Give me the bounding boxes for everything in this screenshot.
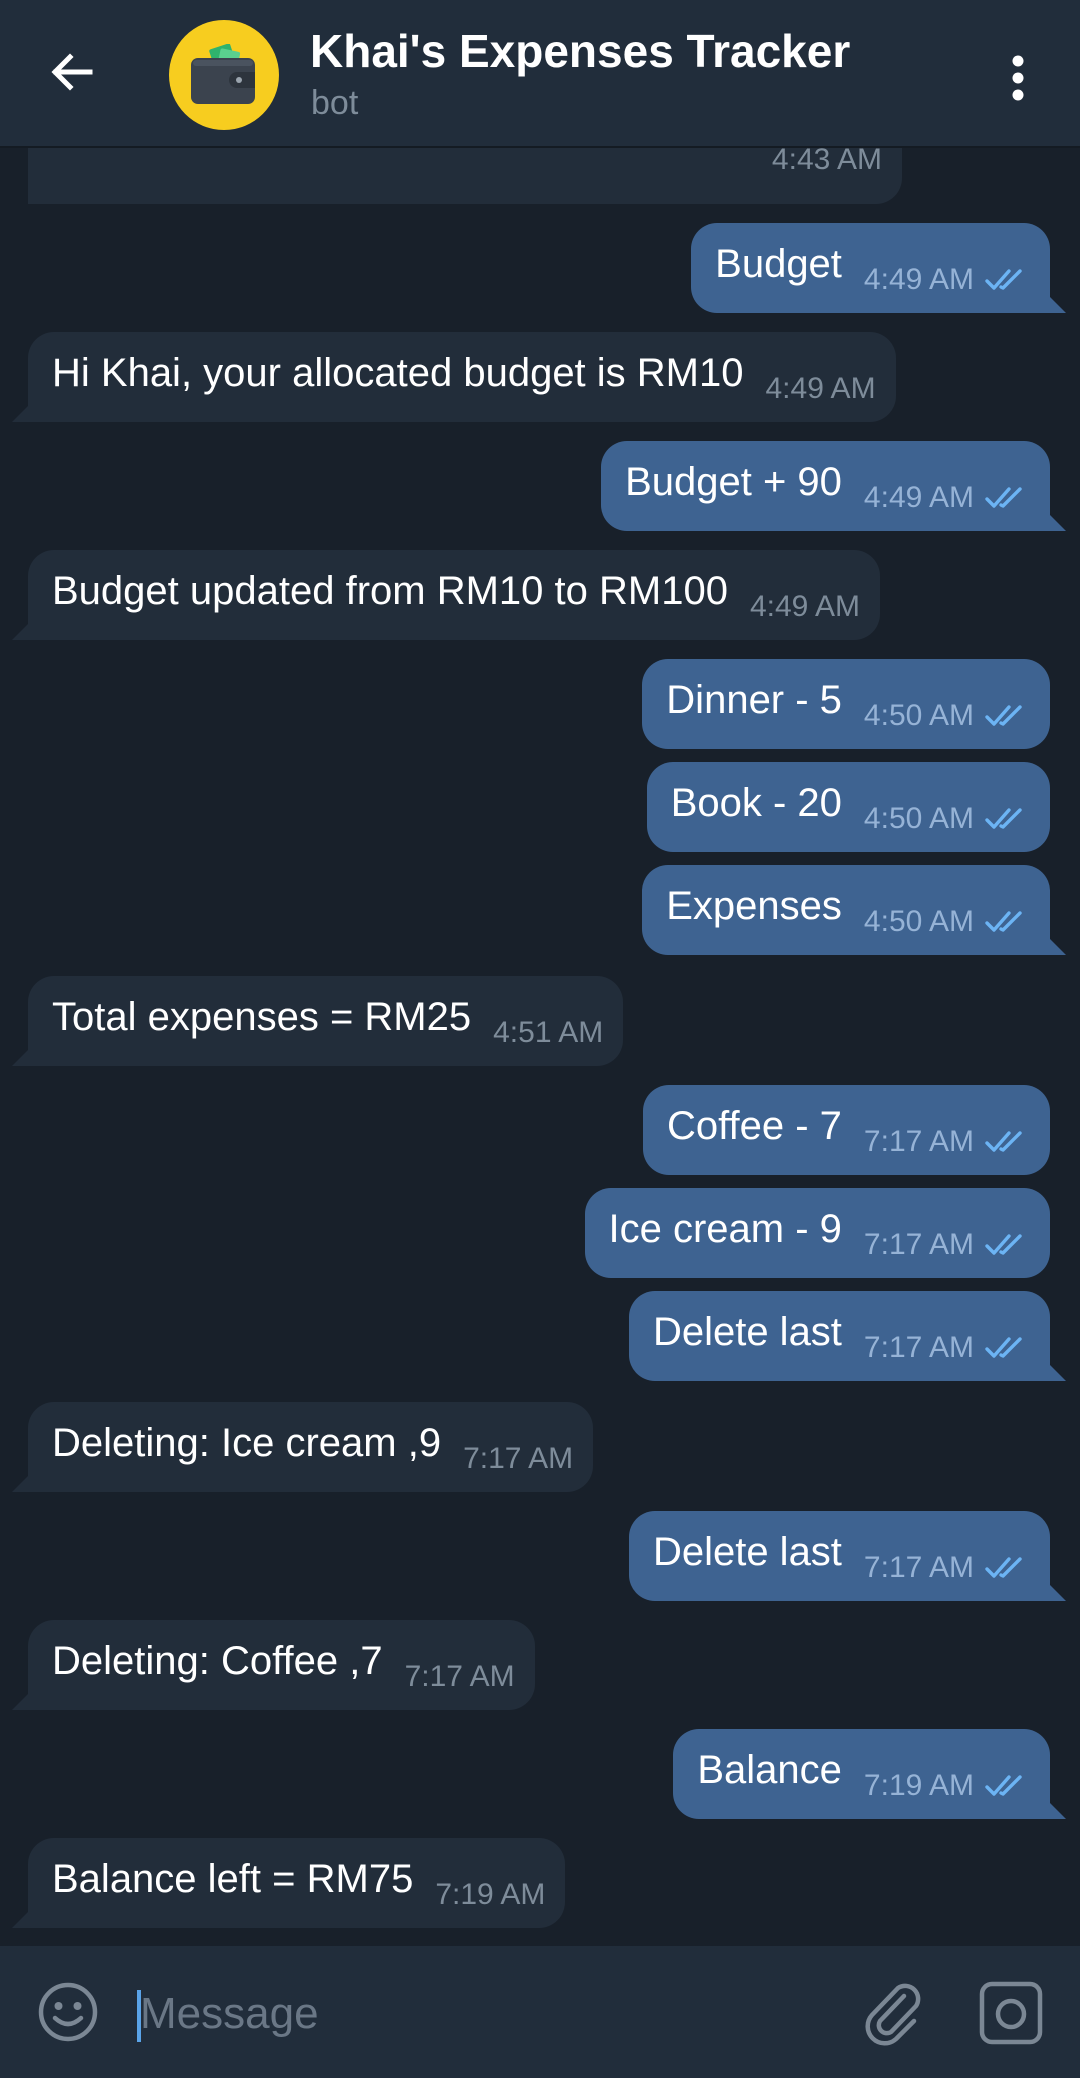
message-outgoing[interactable]: Balance 7:19 AM xyxy=(673,1729,1066,1819)
message-outgoing[interactable]: Ice cream - 9 7:17 AM xyxy=(584,1188,1050,1278)
message-time: 4:49 AM xyxy=(863,263,974,296)
message-incoming[interactable]: Deleting: Coffee ,7 7:17 AM xyxy=(12,1620,535,1710)
message-outgoing[interactable]: Delete last 7:17 AM xyxy=(628,1291,1067,1381)
message-text: Deleting: Ice cream ,9 xyxy=(52,1420,442,1465)
message-text: Delete last xyxy=(652,1309,842,1354)
message-time: 4:50 AM xyxy=(863,905,974,938)
message-time: 4:49 AM xyxy=(749,590,861,623)
message-input[interactable] xyxy=(140,1982,840,2046)
message-text: Balance xyxy=(697,1747,842,1792)
message-text: Book - 20 xyxy=(670,780,842,825)
message-time: 7:17 AM xyxy=(863,1331,974,1364)
arrow-left-icon xyxy=(51,53,93,91)
read-ticks-icon xyxy=(985,1775,1022,1796)
message-text: Deleting: Coffee ,7 xyxy=(52,1638,383,1683)
message-incoming[interactable]: Balance left = RM75 7:19 AM xyxy=(11,1838,566,1928)
message-composer xyxy=(0,1946,1080,2078)
message-text: Total expenses = RM25 xyxy=(52,994,472,1039)
message-time: 4:49 AM xyxy=(765,372,876,405)
message-time: 7:19 AM xyxy=(435,1878,546,1911)
read-ticks-icon xyxy=(985,808,1022,829)
more-options-button[interactable] xyxy=(990,42,1046,114)
message-text: Budget + 90 xyxy=(625,459,842,504)
read-ticks-icon xyxy=(985,269,1022,290)
more-vert-icon xyxy=(1012,55,1024,101)
message-text: Expenses xyxy=(666,883,842,928)
message-outgoing[interactable]: Expenses 4:50 AM xyxy=(642,865,1066,955)
emoji-icon[interactable] xyxy=(36,1980,100,2044)
read-ticks-icon xyxy=(985,1234,1022,1255)
message-text: Ice cream - 9 xyxy=(608,1206,842,1251)
message-time: 7:17 AM xyxy=(863,1125,974,1158)
message-time: 7:17 AM xyxy=(863,1551,974,1584)
message-outgoing[interactable]: Budget + 90 4:49 AM xyxy=(601,441,1066,531)
avatar[interactable] xyxy=(169,20,279,130)
message-time: 4:50 AM xyxy=(863,699,974,732)
camera-icon[interactable] xyxy=(978,1980,1044,2046)
message-incoming[interactable]: Budget updated from RM10 to RM100 4:49 A… xyxy=(11,550,881,640)
message-time: 4:50 AM xyxy=(863,802,974,835)
message-outgoing[interactable]: Dinner - 5 4:50 AM xyxy=(642,659,1050,749)
message-outgoing[interactable]: Delete last 7:17 AM xyxy=(628,1511,1067,1601)
chat-subtitle: bot xyxy=(311,84,359,122)
message-text: Balance left = RM75 xyxy=(52,1856,414,1901)
chat-title[interactable]: Khai's Expenses Tracker xyxy=(310,24,850,78)
message-text: Hi Khai, your allocated budget is RM10 xyxy=(52,350,744,395)
read-ticks-icon xyxy=(985,911,1022,932)
message-text: Delete last xyxy=(652,1529,842,1574)
message-incoming[interactable]: Total expenses = RM25 4:51 AM xyxy=(11,976,624,1066)
read-ticks-icon xyxy=(985,1557,1022,1578)
message-text: Dinner - 5 xyxy=(666,677,842,722)
back-button[interactable] xyxy=(36,36,108,108)
message-time: 4:49 AM xyxy=(863,481,974,514)
message-outgoing[interactable]: Book - 20 4:50 AM xyxy=(646,762,1050,852)
message-text: Budget updated from RM10 to RM100 xyxy=(52,568,728,613)
chat-messages[interactable]: 4:43 AM Budget 4:49 AM Hi Khai, your all… xyxy=(0,0,1080,1945)
read-ticks-icon xyxy=(985,1131,1022,1152)
message-time: 7:17 AM xyxy=(863,1228,974,1261)
read-ticks-icon xyxy=(985,1337,1022,1358)
read-ticks-icon xyxy=(985,487,1022,508)
read-ticks-icon xyxy=(985,705,1022,726)
chat-header: Khai's Expenses Tracker bot xyxy=(0,0,1080,148)
message-time: 7:17 AM xyxy=(404,1660,515,1693)
message-outgoing[interactable]: Coffee - 7 7:17 AM xyxy=(643,1085,1050,1175)
message-time: 4:43 AM xyxy=(771,143,882,176)
message-time: 4:51 AM xyxy=(493,1016,604,1049)
message-time: 7:17 AM xyxy=(463,1442,574,1475)
message-text: Budget xyxy=(715,241,842,286)
message-time: 7:19 AM xyxy=(863,1769,974,1802)
message-incoming[interactable]: Deleting: Ice cream ,9 7:17 AM xyxy=(11,1402,594,1492)
message-outgoing[interactable]: Budget 4:49 AM xyxy=(691,223,1066,313)
message-incoming[interactable]: Hi Khai, your allocated budget is RM10 4… xyxy=(12,332,896,422)
message-text: Coffee - 7 xyxy=(667,1103,842,1148)
paperclip-icon[interactable] xyxy=(858,1976,930,2048)
wallet-icon xyxy=(191,44,255,104)
